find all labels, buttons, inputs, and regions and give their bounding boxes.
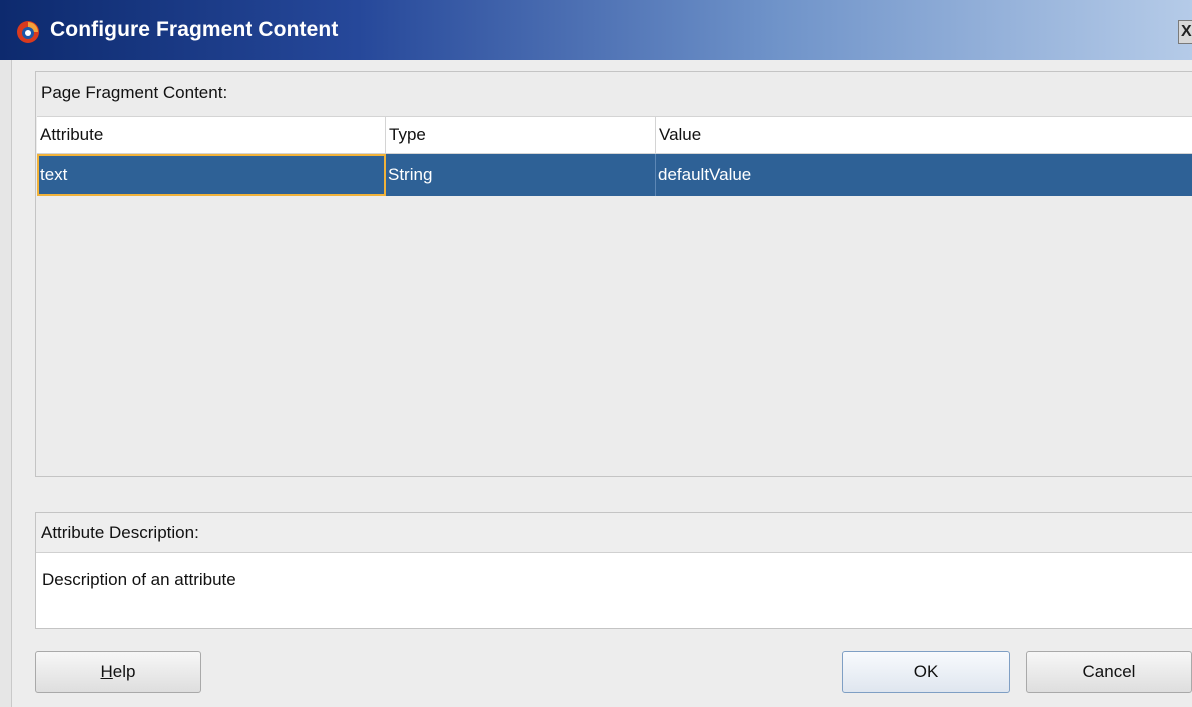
help-button[interactable]: Help bbox=[35, 651, 201, 693]
help-mnemonic: H bbox=[100, 662, 113, 681]
column-header-value[interactable]: Value bbox=[656, 117, 1192, 153]
page-fragment-panel: Page Fragment Content: Attribute Type Va… bbox=[35, 71, 1192, 477]
description-header: Attribute Description: bbox=[36, 513, 1192, 553]
ok-button[interactable]: OK bbox=[842, 651, 1010, 693]
page-fragment-label: Page Fragment Content: bbox=[41, 83, 228, 102]
window-title: Configure Fragment Content bbox=[50, 18, 339, 41]
column-header-type[interactable]: Type bbox=[386, 117, 656, 153]
app-icon bbox=[17, 21, 39, 43]
table-header: Attribute Type Value bbox=[37, 116, 1192, 154]
attribute-description-label: Attribute Description: bbox=[41, 523, 199, 542]
table-row[interactable]: text String defaultValue bbox=[37, 154, 1192, 196]
column-header-attribute[interactable]: Attribute bbox=[37, 117, 386, 153]
attribute-description-text: Description of an attribute bbox=[42, 570, 236, 589]
cancel-button[interactable]: Cancel bbox=[1026, 651, 1192, 693]
cell-value[interactable]: defaultValue bbox=[656, 154, 1192, 196]
attribute-description-panel: Attribute Description: Description of an… bbox=[35, 512, 1192, 629]
cell-type[interactable]: String bbox=[386, 154, 656, 196]
window-left-border bbox=[0, 60, 12, 707]
close-icon[interactable]: X bbox=[1178, 20, 1192, 44]
help-label: elp bbox=[112, 662, 136, 681]
cell-attribute[interactable]: text bbox=[37, 154, 386, 196]
title-bar[interactable]: Configure Fragment Content X bbox=[0, 0, 1192, 60]
